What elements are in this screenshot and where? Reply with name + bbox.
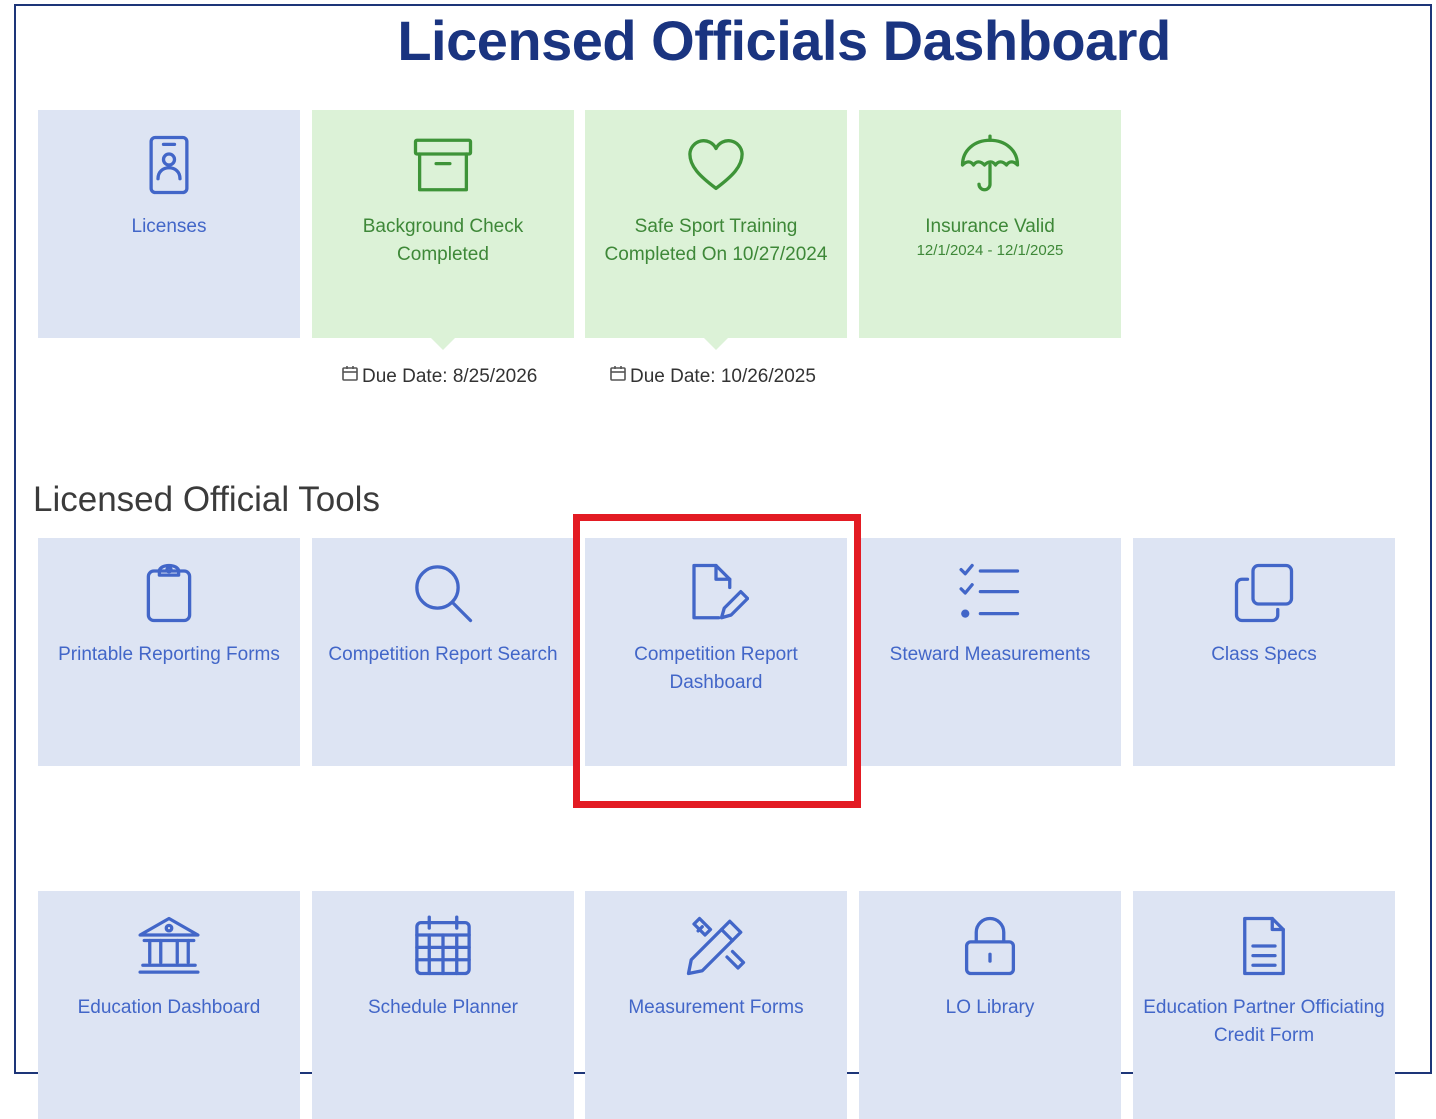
tool-label: Education Partner Officiating Credit For… (1143, 997, 1385, 1046)
tile-pointer (704, 338, 728, 350)
due-date-text: Due Date: 10/26/2025 (630, 366, 816, 387)
insurance-label: Insurance Valid (925, 216, 1055, 237)
archive-box-icon (312, 132, 574, 198)
licenses-tile[interactable]: Licenses (38, 110, 300, 338)
lock-icon (859, 913, 1121, 979)
tool-label: LO Library (945, 997, 1035, 1018)
education-partner-credit-form-tile[interactable]: Education Partner Officiating Credit For… (1133, 891, 1395, 1119)
steward-measurements-tile[interactable]: Steward Measurements (859, 538, 1121, 766)
lo-library-tile[interactable]: LO Library (859, 891, 1121, 1119)
tool-label: Printable Reporting Forms (58, 644, 280, 665)
tool-label: Competition Report Search (328, 644, 558, 665)
page-title: Licensed Officials Dashboard (397, 9, 1171, 72)
calendar-icon (609, 364, 630, 390)
background-check-due-date: Due Date: 8/25/2026 (341, 364, 537, 390)
due-date-text: Due Date: 8/25/2026 (362, 366, 538, 387)
copy-icon (1133, 560, 1395, 626)
heart-icon (585, 132, 847, 198)
tile-pointer (431, 338, 455, 350)
printable-reporting-forms-tile[interactable]: Printable Reporting Forms (38, 538, 300, 766)
id-badge-icon (38, 132, 300, 198)
umbrella-icon (859, 132, 1121, 198)
safe-sport-label: Safe Sport Training Completed On 10/27/2… (604, 216, 828, 265)
pencil-ruler-icon (585, 913, 847, 979)
checklist-icon (859, 560, 1121, 626)
tool-label: Measurement Forms (628, 997, 804, 1018)
tool-label: Class Specs (1211, 644, 1317, 665)
calendar-icon (312, 913, 574, 979)
class-specs-tile[interactable]: Class Specs (1133, 538, 1395, 766)
measurement-forms-tile[interactable]: Measurement Forms (585, 891, 847, 1119)
tool-label: Schedule Planner (368, 997, 518, 1018)
background-check-tile[interactable]: Background Check Completed (312, 110, 574, 350)
institution-icon (38, 913, 300, 979)
safe-sport-due-date: Due Date: 10/26/2025 (609, 364, 816, 390)
tools-section-title: Licensed Official Tools (33, 480, 380, 519)
education-dashboard-tile[interactable]: Education Dashboard (38, 891, 300, 1119)
schedule-planner-tile[interactable]: Schedule Planner (312, 891, 574, 1119)
calendar-icon (341, 364, 362, 390)
document-text-icon (1133, 913, 1395, 979)
insurance-dates: 12/1/2024 - 12/1/2025 (916, 242, 1064, 259)
background-check-label: Background Check Completed (362, 216, 524, 265)
tool-label: Education Dashboard (77, 997, 261, 1018)
insurance-tile[interactable]: Insurance Valid 12/1/2024 - 12/1/2025 (859, 110, 1121, 338)
tool-label: Steward Measurements (889, 644, 1091, 665)
safe-sport-tile[interactable]: Safe Sport Training Completed On 10/27/2… (585, 110, 847, 350)
clipboard-icon (38, 560, 300, 626)
competition-report-search-tile[interactable]: Competition Report Search (312, 538, 574, 766)
highlight-box (573, 514, 861, 808)
licenses-label: Licenses (131, 216, 207, 237)
search-icon (312, 560, 574, 626)
